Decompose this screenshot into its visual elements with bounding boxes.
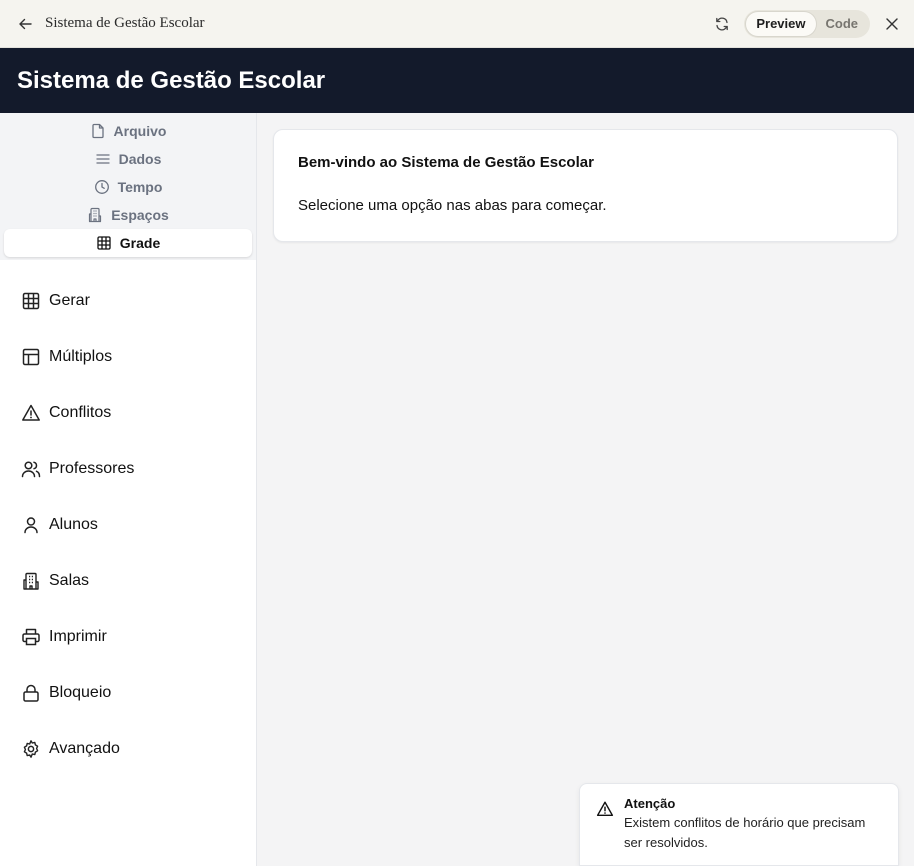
menu-lines-icon	[95, 151, 111, 167]
tab-label: Tempo	[117, 179, 163, 195]
lock-icon	[21, 683, 41, 703]
nav-item-label: Conflitos	[49, 404, 112, 421]
tab-dados[interactable]: Dados	[4, 145, 252, 173]
tab-label: Espaços	[111, 207, 169, 223]
warning-toast: Atenção Existem conflitos de horário que…	[579, 783, 899, 866]
clock-icon	[94, 179, 110, 195]
grid-icon	[96, 235, 112, 251]
nav-item-professores[interactable]: Professores	[0, 441, 256, 497]
tab-tempo[interactable]: Tempo	[4, 173, 252, 201]
app-title: Sistema de Gestão Escolar	[17, 66, 326, 94]
toast-description: Existem conflitos de horário que precisa…	[624, 815, 866, 850]
main-content: Bem-vindo ao Sistema de Gestão Escolar S…	[257, 113, 914, 866]
window-bar: Sistema de Gestão Escolar Preview Code	[0, 0, 914, 48]
nav-item-imprimir[interactable]: Imprimir	[0, 609, 256, 665]
toast-title: Atenção	[624, 796, 676, 811]
code-toggle-button[interactable]: Code	[816, 12, 869, 36]
tab-label: Dados	[118, 151, 162, 167]
building-icon	[21, 571, 41, 591]
nav-item-label: Bloqueio	[49, 684, 112, 701]
nav-item-label: Gerar	[49, 292, 90, 309]
welcome-card: Bem-vindo ao Sistema de Gestão Escolar S…	[273, 129, 898, 242]
nav-item-label: Professores	[49, 460, 135, 477]
welcome-message: Selecione uma opção nas abas para começa…	[298, 197, 607, 214]
nav-item-label: Avançado	[49, 740, 120, 757]
warning-icon	[596, 800, 614, 818]
preview-code-toggle: Preview Code	[744, 9, 870, 38]
tab-label: Arquivo	[113, 123, 167, 139]
nav-item-label: Salas	[49, 572, 90, 589]
nav-item-bloqueio[interactable]: Bloqueio	[0, 665, 256, 721]
tab-grade[interactable]: Grade	[4, 229, 252, 257]
nav-item-salas[interactable]: Salas	[0, 553, 256, 609]
welcome-title: Bem-vindo ao Sistema de Gestão Escolar	[298, 154, 594, 171]
file-icon	[90, 123, 106, 139]
app-header: Sistema de Gestão Escolar	[0, 48, 914, 113]
window-title: Sistema de Gestão Escolar	[45, 15, 205, 31]
sidebar: Arquivo Dados Tempo Espaços Grade Gerar …	[0, 113, 257, 866]
warning-icon	[21, 403, 41, 423]
nav-item-label: Alunos	[49, 516, 98, 533]
sidebar-nav: Gerar Múltiplos Conflitos Professores Al…	[0, 273, 256, 777]
nav-item-avancado[interactable]: Avançado	[0, 721, 256, 777]
nav-item-gerar[interactable]: Gerar	[0, 273, 256, 329]
preview-toggle-button[interactable]: Preview	[746, 11, 816, 36]
users-icon	[21, 459, 41, 479]
nav-item-alunos[interactable]: Alunos	[0, 497, 256, 553]
printer-icon	[21, 627, 41, 647]
layout-icon	[21, 347, 41, 367]
tab-arquivo[interactable]: Arquivo	[4, 117, 252, 145]
nav-item-label: Imprimir	[49, 628, 107, 645]
refresh-icon[interactable]	[712, 14, 732, 34]
grid-icon	[21, 291, 41, 311]
close-icon[interactable]	[882, 14, 902, 34]
nav-item-label: Múltiplos	[49, 348, 113, 365]
building-icon	[87, 207, 103, 223]
tab-espacos[interactable]: Espaços	[4, 201, 252, 229]
tab-list: Arquivo Dados Tempo Espaços Grade	[0, 113, 256, 260]
back-arrow-icon[interactable]	[15, 14, 35, 34]
tab-label: Grade	[119, 235, 161, 251]
gear-icon	[21, 739, 41, 759]
user-icon	[21, 515, 41, 535]
nav-item-multiplos[interactable]: Múltiplos	[0, 329, 256, 385]
nav-item-conflitos[interactable]: Conflitos	[0, 385, 256, 441]
